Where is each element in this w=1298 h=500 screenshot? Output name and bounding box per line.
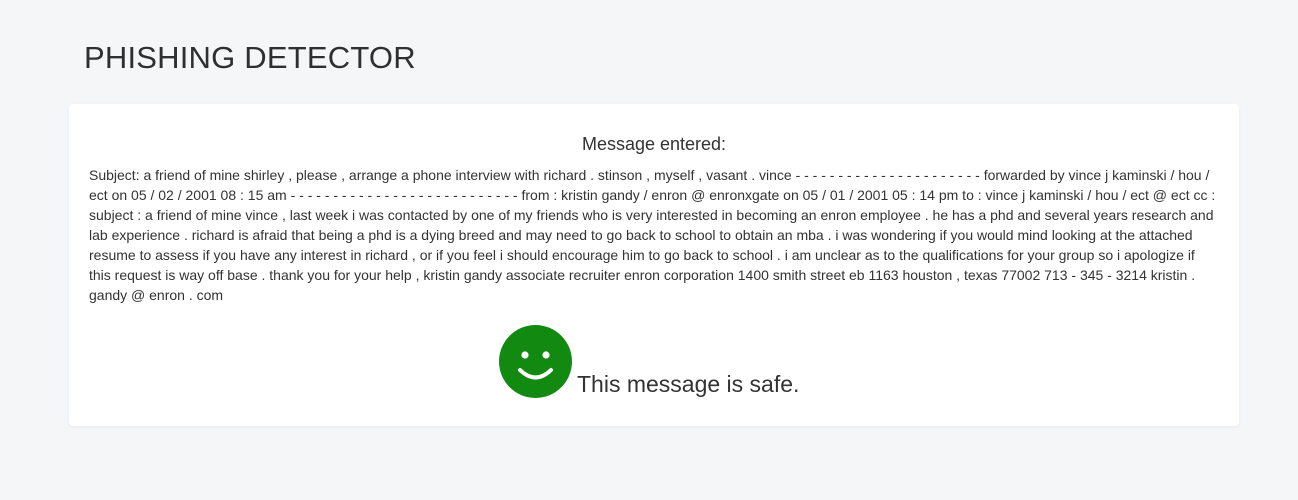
result-card: Message entered: Subject: a friend of mi… bbox=[69, 104, 1239, 426]
smiley-face-icon bbox=[499, 325, 572, 398]
message-entered-heading: Message entered: bbox=[581, 134, 727, 154]
verdict-text: This message is safe. bbox=[577, 371, 800, 397]
message-body: Subject: a friend of mine shirley , plea… bbox=[89, 167, 1216, 303]
page-title: PHISHING DETECTOR bbox=[84, 40, 416, 75]
verdict-row: This message is safe. bbox=[499, 324, 799, 398]
